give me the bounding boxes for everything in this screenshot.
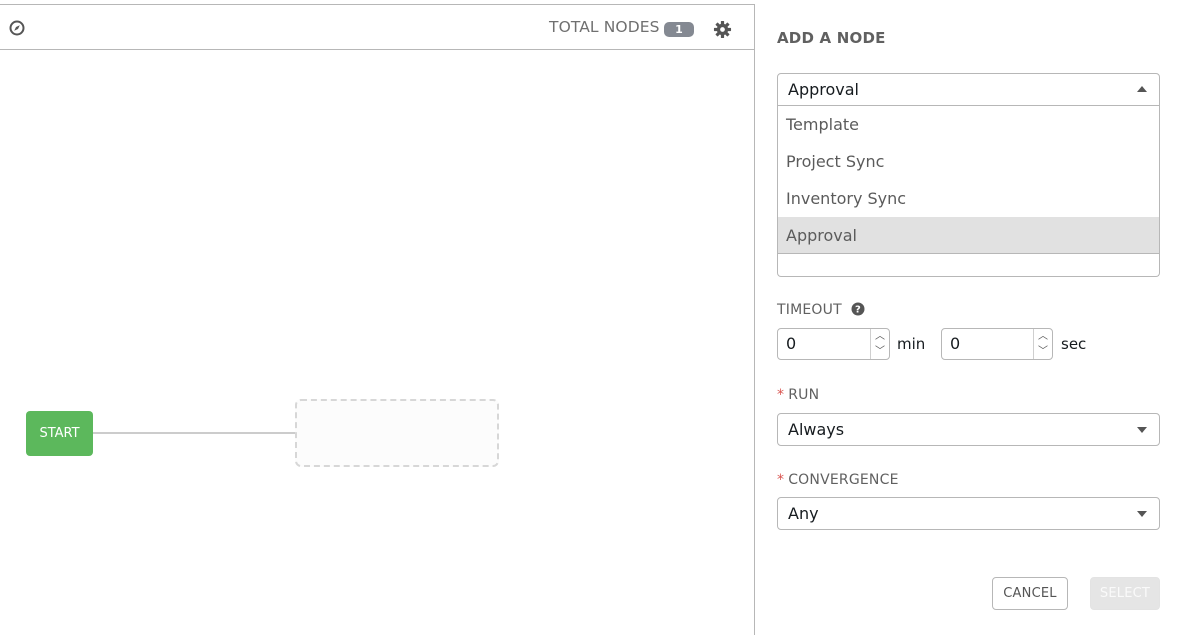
minutes-decrement-icon[interactable]: ﹀ xyxy=(871,344,889,359)
option-approval[interactable]: Approval xyxy=(778,217,1159,254)
select-button[interactable]: SELECT xyxy=(1090,577,1160,610)
timeout-seconds-stepper[interactable]: 0 ︿ ﹀ xyxy=(941,328,1053,360)
minutes-stepper-arrows: ︿ ﹀ xyxy=(870,329,889,359)
option-inventory-sync[interactable]: Inventory Sync xyxy=(778,180,1159,217)
add-node-panel: ADD A NODE Approval Template Project Syn… xyxy=(756,4,1179,635)
seconds-stepper-arrows: ︿ ﹀ xyxy=(1033,329,1052,359)
canvas-toolbar: TOTAL NODES 1 xyxy=(0,5,754,50)
chevron-down-icon xyxy=(1137,511,1147,517)
convergence-label: CONVERGENCE xyxy=(788,472,899,488)
option-project-sync[interactable]: Project Sync xyxy=(778,143,1159,180)
placeholder-node[interactable] xyxy=(295,399,499,467)
total-nodes-badge: 1 xyxy=(664,22,694,37)
run-selected-value: Always xyxy=(788,420,845,439)
required-star: * xyxy=(777,387,785,403)
chevron-down-icon xyxy=(1137,427,1147,433)
seconds-decrement-icon[interactable]: ﹀ xyxy=(1034,344,1052,359)
convergence-selected-value: Any xyxy=(788,504,819,523)
node-type-selected-value: Approval xyxy=(788,80,859,99)
option-template[interactable]: Template xyxy=(778,106,1159,143)
seconds-unit-label: sec xyxy=(1061,335,1087,353)
svg-text:?: ? xyxy=(855,305,861,316)
convergence-select[interactable]: Any xyxy=(777,497,1160,530)
run-label: RUN xyxy=(788,387,820,403)
minutes-increment-icon[interactable]: ︿ xyxy=(871,329,889,344)
required-star: * xyxy=(777,472,785,488)
node-type-dropdown-list: Template Project Sync Inventory Sync App… xyxy=(777,106,1160,277)
timeout-label-row: TIMEOUT ? xyxy=(777,302,865,318)
node-type-select[interactable]: Approval xyxy=(777,73,1160,106)
minutes-unit-label: min xyxy=(897,335,926,353)
connector-line xyxy=(93,432,295,434)
timeout-minutes-stepper[interactable]: 0 ︿ ﹀ xyxy=(777,328,890,360)
help-icon[interactable]: ? xyxy=(851,302,865,316)
timeout-label: TIMEOUT xyxy=(777,302,842,318)
gear-icon[interactable] xyxy=(713,20,732,39)
run-select[interactable]: Always xyxy=(777,413,1160,446)
start-node[interactable]: START xyxy=(26,411,93,456)
workflow-canvas-panel: TOTAL NODES 1 START xyxy=(0,4,755,635)
caret-up-icon xyxy=(1137,86,1147,92)
run-label-row: * RUN xyxy=(777,387,819,403)
total-nodes-label: TOTAL NODES xyxy=(549,18,660,36)
convergence-label-row: * CONVERGENCE xyxy=(777,472,899,488)
timeout-minutes-value: 0 xyxy=(786,334,797,353)
timeout-seconds-value: 0 xyxy=(950,334,961,353)
seconds-increment-icon[interactable]: ︿ xyxy=(1034,329,1052,344)
compass-icon[interactable] xyxy=(9,20,25,36)
form-title: ADD A NODE xyxy=(777,29,886,47)
cancel-button[interactable]: CANCEL xyxy=(992,577,1068,610)
